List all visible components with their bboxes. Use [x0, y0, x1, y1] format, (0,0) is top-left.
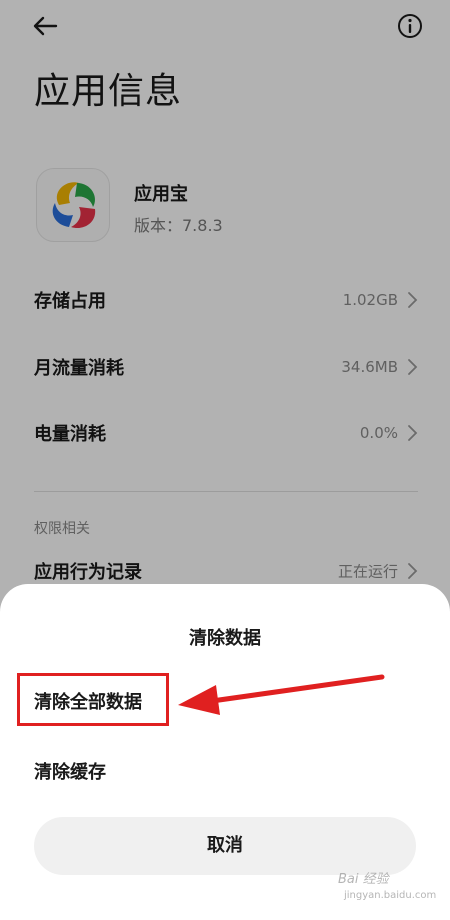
- watermark-sub: jingyan.baidu.com: [344, 890, 437, 901]
- clear-cache-option[interactable]: 清除缓存: [34, 758, 106, 784]
- sheet-title: 清除数据: [189, 628, 261, 649]
- annotation-arrow-icon: [178, 674, 385, 715]
- cancel-button[interactable]: 取消: [34, 817, 416, 875]
- watermark: Bai 经验: [338, 872, 389, 887]
- annotation-highlight-box: [17, 673, 169, 726]
